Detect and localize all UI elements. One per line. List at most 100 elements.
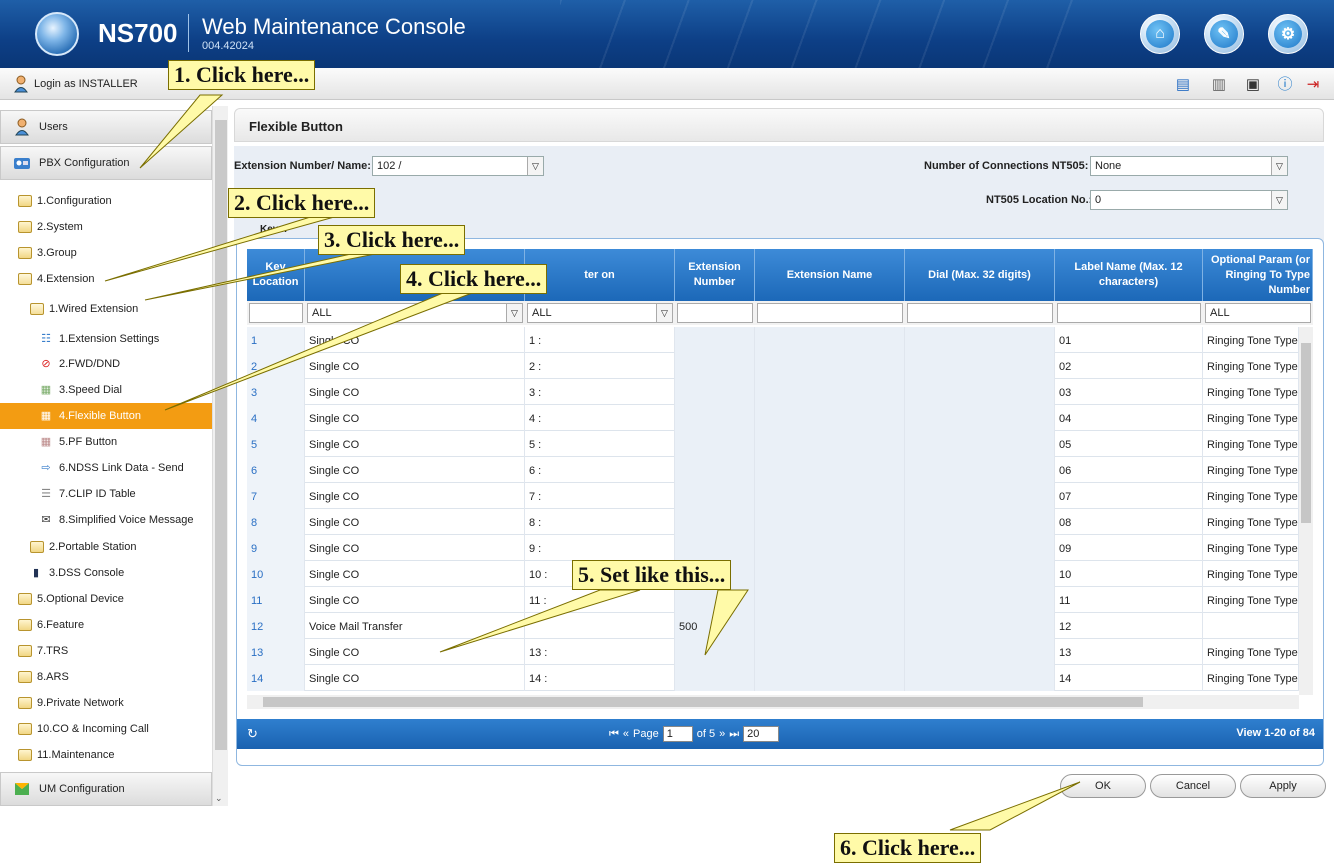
cell-param[interactable]: 8 : <box>525 509 675 535</box>
cell-opt[interactable]: Ringing Tone Type <box>1203 327 1299 353</box>
sidebar-item-ars[interactable]: 8.ARS <box>0 664 212 690</box>
cell-ext[interactable] <box>675 431 755 457</box>
column-optional-parameter[interactable]: Optional Param (or Ringing To Type Numbe… <box>1203 249 1313 301</box>
sidebar-item-system[interactable]: 2.System <box>0 214 212 240</box>
cell-opt[interactable]: Ringing Tone Type <box>1203 665 1299 691</box>
filter-name-input[interactable] <box>757 303 903 323</box>
table-row[interactable]: 14 Single CO 14 :14 Ringing Tone Type <box>247 665 1299 691</box>
cell-param[interactable]: 7 : <box>525 483 675 509</box>
cell-param[interactable]: 2 : <box>525 353 675 379</box>
table-row[interactable]: 2 Single CO 2 : 02 Ringing Tone Type <box>247 353 1299 379</box>
column-extension-name[interactable]: Extension Name <box>755 249 905 301</box>
cell-dial[interactable] <box>905 431 1055 457</box>
cell-type[interactable]: Single CO <box>305 327 525 353</box>
sidebar-item-group[interactable]: 3.Group <box>0 240 212 266</box>
table-row[interactable]: 3 Single CO 3 : 03 Ringing Tone Type <box>247 379 1299 405</box>
report-icon[interactable]: ▤ <box>1174 76 1192 94</box>
cell-name[interactable] <box>755 665 905 691</box>
sidebar-item-extension[interactable]: 4.Extension <box>0 266 212 292</box>
cell-opt[interactable]: Ringing Tone Type <box>1203 561 1299 587</box>
cell-name[interactable] <box>755 509 905 535</box>
cell-label[interactable]: 07 <box>1055 483 1203 509</box>
cell-param[interactable]: 11 : <box>525 587 675 613</box>
cell-key[interactable]: 11 <box>247 587 305 613</box>
cell-ext[interactable] <box>675 535 755 561</box>
cell-key[interactable]: 7 <box>247 483 305 509</box>
info-icon[interactable]: ⓘ <box>1276 76 1294 94</box>
last-page-icon[interactable]: ⏭ <box>729 728 739 741</box>
sidebar-item-fwd-dnd[interactable]: ⊘ 2.FWD/DND <box>0 351 212 377</box>
column-extension-number[interactable]: Extension Number <box>675 249 755 301</box>
cell-name[interactable] <box>755 327 905 353</box>
cell-label[interactable]: 03 <box>1055 379 1203 405</box>
cell-ext[interactable] <box>675 379 755 405</box>
cell-dial[interactable] <box>905 353 1055 379</box>
cell-name[interactable] <box>755 431 905 457</box>
cell-key[interactable]: 9 <box>247 535 305 561</box>
cell-label[interactable]: 09 <box>1055 535 1203 561</box>
sidebar-scroll-thumb[interactable] <box>215 120 227 750</box>
cell-name[interactable] <box>755 613 905 639</box>
cell-opt[interactable]: Ringing Tone Type <box>1203 431 1299 457</box>
cell-name[interactable] <box>755 457 905 483</box>
cell-type[interactable]: Single CO <box>305 431 525 457</box>
cell-label[interactable]: 02 <box>1055 353 1203 379</box>
cell-param[interactable]: 13 : <box>525 639 675 665</box>
sidebar-item-clip-id-table[interactable]: ☰ 7.CLIP ID Table <box>0 481 212 507</box>
cell-key[interactable]: 4 <box>247 405 305 431</box>
cell-opt[interactable]: Ringing Tone Type <box>1203 535 1299 561</box>
cell-key[interactable]: 6 <box>247 457 305 483</box>
sidebar-item-configuration[interactable]: 1.Configuration <box>0 188 212 214</box>
column-key-location[interactable]: Key Location <box>247 249 305 301</box>
location-select[interactable]: 0 ▽ <box>1090 190 1288 210</box>
prev-page-icon[interactable]: « <box>623 728 629 740</box>
cell-type[interactable]: Single CO <box>305 535 525 561</box>
sidebar-item-portable-station[interactable]: 2.Portable Station <box>0 534 212 560</box>
table-row[interactable]: 1 Single CO 1 : 01 Ringing Tone Type <box>247 327 1299 353</box>
filter-parameter-select[interactable]: ALL ▽ <box>527 303 673 323</box>
cell-label[interactable]: 14 <box>1055 665 1203 691</box>
cell-type[interactable]: Single CO <box>305 457 525 483</box>
cell-dial[interactable] <box>905 639 1055 665</box>
cell-key[interactable]: 1 <box>247 327 305 353</box>
cell-opt[interactable]: Ringing Tone Type <box>1203 379 1299 405</box>
cell-type[interactable]: Single CO <box>305 483 525 509</box>
cell-key[interactable]: 8 <box>247 509 305 535</box>
page-input[interactable]: 1 <box>662 726 693 742</box>
cell-type[interactable]: Voice Mail Transfer <box>305 613 525 639</box>
cell-ext[interactable] <box>675 353 755 379</box>
sidebar-item-optional-device[interactable]: 5.Optional Device <box>0 586 212 612</box>
cell-name[interactable] <box>755 561 905 587</box>
cancel-button[interactable]: Cancel <box>1150 774 1236 798</box>
grid-hscroll-thumb[interactable] <box>263 697 1143 707</box>
extension-select[interactable]: 102 / ▽ <box>372 156 544 176</box>
cell-name[interactable] <box>755 639 905 665</box>
cell-opt[interactable]: Ringing Tone Type <box>1203 639 1299 665</box>
cell-label[interactable]: 06 <box>1055 457 1203 483</box>
cell-dial[interactable] <box>905 405 1055 431</box>
table-row[interactable]: 12 Voice Mail Transfer 500 12 <box>247 613 1299 639</box>
cell-type[interactable]: Single CO <box>305 587 525 613</box>
grid-horizontal-scrollbar[interactable] <box>247 695 1299 709</box>
sidebar-item-simplified-voice-message[interactable]: ✉ 8.Simplified Voice Message <box>0 507 212 533</box>
cell-type[interactable]: Single CO <box>305 639 525 665</box>
cell-key[interactable]: 13 <box>247 639 305 665</box>
grid-vertical-scrollbar[interactable] <box>1299 327 1313 695</box>
cell-key[interactable]: 2 <box>247 353 305 379</box>
cell-ext[interactable] <box>675 405 755 431</box>
chevron-down-icon[interactable]: ⌄ <box>215 793 223 804</box>
cell-dial[interactable] <box>905 379 1055 405</box>
cell-opt[interactable]: Ringing Tone Type <box>1203 509 1299 535</box>
filter-optional-select[interactable]: ALL <box>1205 303 1311 323</box>
home-button[interactable]: ⌂ <box>1140 14 1180 54</box>
cell-param[interactable]: 5 : <box>525 431 675 457</box>
cell-type[interactable]: Single CO <box>305 665 525 691</box>
cell-param[interactable]: 14 : <box>525 665 675 691</box>
cell-dial[interactable] <box>905 613 1055 639</box>
cell-name[interactable] <box>755 405 905 431</box>
apply-button[interactable]: Apply <box>1240 774 1326 798</box>
filter-key-input[interactable] <box>249 303 303 323</box>
next-page-icon[interactable]: » <box>719 728 725 740</box>
cell-ext[interactable] <box>675 665 755 691</box>
sidebar-item-um-configuration[interactable]: UM Configuration <box>0 772 212 806</box>
